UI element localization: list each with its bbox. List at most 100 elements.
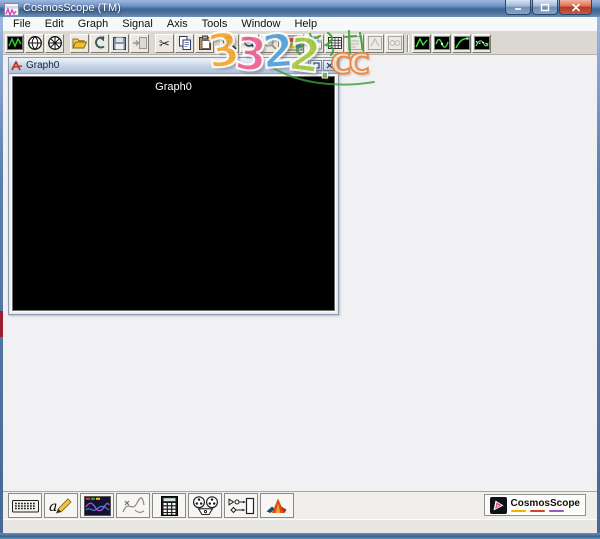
graph0-maximize-button[interactable] [310, 60, 322, 71]
tile-windows-icon [287, 35, 302, 51]
waveform-style-button-1[interactable] [412, 33, 431, 53]
cut-button[interactable]: ✂ [155, 33, 174, 53]
copy-icon [178, 36, 191, 50]
undo-button[interactable] [90, 33, 109, 53]
zoom-in-icon [222, 36, 237, 50]
graph0-controls [297, 60, 335, 71]
keyboard-tool-button[interactable] [8, 493, 42, 518]
obscured-tool-button-1[interactable] [345, 33, 364, 53]
badge-underline-red [529, 510, 545, 512]
tape-recorder-tool-button[interactable] [188, 493, 222, 518]
graph0-minimize-button[interactable] [297, 60, 309, 71]
waveform-exp-icon [453, 36, 470, 50]
menu-item-signal[interactable]: Signal [115, 17, 160, 31]
grid-icon [327, 37, 342, 49]
save-button[interactable] [110, 33, 129, 53]
probe-tool-button[interactable] [116, 493, 150, 518]
close-icon [326, 62, 332, 69]
keyboard-icon [11, 500, 39, 513]
import-button-disabled[interactable] [130, 33, 149, 53]
close-button[interactable] [559, 0, 592, 15]
maximize-button[interactable] [532, 0, 558, 15]
menu-item-window[interactable]: Window [234, 17, 287, 31]
graph0-canvas-label: Graph0 [155, 81, 192, 93]
status-bar [3, 519, 597, 533]
main-toolbar: ✂ [3, 32, 597, 55]
matlab-icon [266, 498, 286, 513]
maximize-icon [312, 62, 320, 69]
graph0-window[interactable]: Graph0 Graph0 [8, 57, 339, 315]
calculator-tool-button[interactable] [152, 493, 186, 518]
obscured-tool-button-3[interactable] [385, 33, 404, 53]
waveform-viewer-icon [83, 495, 111, 516]
cosmosscope-window: CosmosScope (TM) File Edit Graph Signal … [0, 0, 600, 539]
waveform-style-button-2[interactable] [432, 33, 451, 53]
signal-flow-tool-button[interactable] [224, 493, 258, 518]
probe-icon [121, 496, 145, 513]
graph0-canvas[interactable]: Graph0 [12, 76, 335, 311]
badge-label: CosmosScope [510, 498, 580, 509]
window-border-left [0, 17, 3, 539]
mdi-area: Graph0 Graph0 [3, 55, 597, 491]
app-icon [4, 2, 19, 17]
polar-chart-button[interactable] [45, 33, 64, 53]
save-icon [113, 36, 126, 50]
screenshot-edge-artifact [0, 311, 3, 337]
window-border-bottom [0, 533, 600, 539]
titlebar[interactable]: CosmosScope (TM) [0, 0, 600, 17]
zoom-out-button[interactable] [240, 33, 259, 53]
zoom-full-button-disabled[interactable] [260, 33, 279, 53]
import-icon [132, 37, 147, 49]
open-button[interactable] [70, 33, 89, 53]
menu-item-tools[interactable]: Tools [195, 17, 235, 31]
bottom-toolbar: a CosmosScope [3, 491, 597, 519]
cut-icon: ✂ [159, 35, 170, 51]
paste-button[interactable] [195, 33, 214, 53]
calculator-icon [160, 495, 178, 516]
close-icon [571, 2, 580, 12]
maximize-icon [540, 3, 550, 11]
obscured-tool-button-2[interactable] [365, 33, 384, 53]
cascade-windows-button[interactable] [305, 33, 324, 53]
waveform-style-button-4[interactable] [472, 33, 491, 53]
graph0-title: Graph0 [26, 60, 60, 71]
menu-item-graph[interactable]: Graph [71, 17, 116, 31]
window-controls [505, 0, 592, 15]
open-folder-icon [71, 38, 87, 49]
badge-underline-yellow [510, 510, 526, 512]
minimize-button[interactable] [505, 0, 531, 15]
annotation-icon: a [49, 498, 72, 515]
badge-underline-purple [548, 510, 564, 512]
matlab-tool-button[interactable] [260, 493, 294, 518]
xy-graph-button[interactable] [5, 33, 24, 53]
zoom-out-icon [243, 37, 256, 50]
minimize-icon [515, 8, 521, 10]
waveform-multi-icon [473, 36, 490, 50]
menu-item-file[interactable]: File [6, 17, 38, 31]
waveform-pulse-icon [413, 36, 430, 50]
waveform-viewer-tool-button[interactable] [80, 493, 114, 518]
toolbar-separator [407, 34, 409, 52]
grid-button[interactable] [325, 33, 344, 53]
tile-windows-button[interactable] [285, 33, 304, 53]
waveform-style-button-3[interactable] [452, 33, 471, 53]
obscured-tool-icon-3 [387, 36, 402, 50]
graph0-titlebar[interactable]: Graph0 [9, 58, 338, 74]
zoom-in-button[interactable] [220, 33, 239, 53]
badge-underlines [510, 510, 564, 512]
undo-icon [94, 35, 105, 49]
menu-item-axis[interactable]: Axis [160, 17, 195, 31]
signal-flow-icon [228, 497, 254, 514]
svg-text:a: a [49, 499, 57, 515]
cosmosscope-badge: CosmosScope [483, 494, 586, 516]
menu-item-help[interactable]: Help [287, 17, 324, 31]
menu-item-edit[interactable]: Edit [38, 17, 71, 31]
minimize-icon [300, 66, 306, 69]
graph0-close-button[interactable] [323, 60, 335, 71]
copy-button[interactable] [175, 33, 194, 53]
smith-chart-icon [27, 36, 42, 50]
badge-text-group: CosmosScope [510, 498, 580, 512]
smith-chart-button[interactable] [25, 33, 44, 53]
annotation-tool-button[interactable]: a [44, 493, 78, 518]
app-client-area: File Edit Graph Signal Axis Tools Window… [3, 17, 597, 533]
